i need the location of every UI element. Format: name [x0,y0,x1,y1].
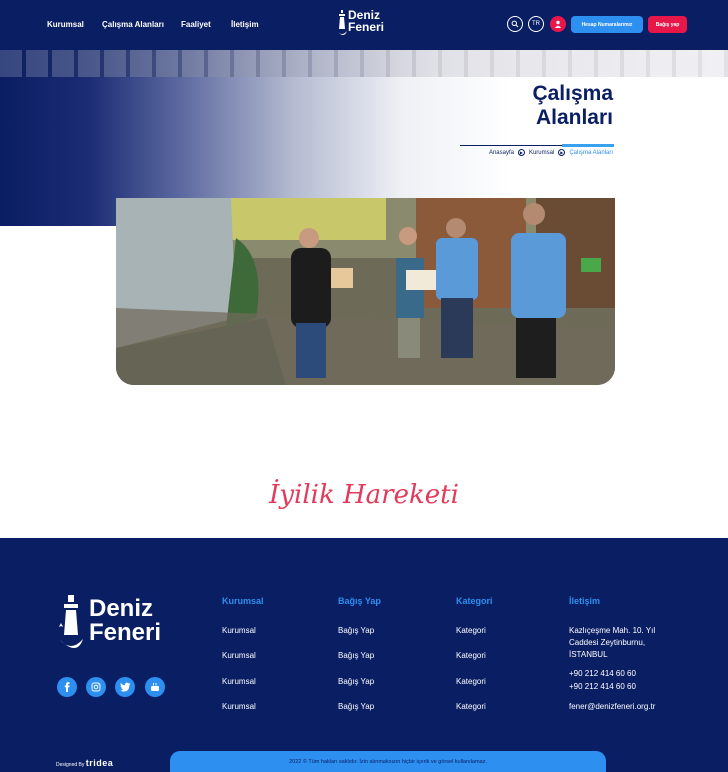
footer-link[interactable]: Kurumsal [222,677,256,686]
page-title-line1: Çalışma [532,82,613,105]
breadcrumb-home[interactable]: Anasayfa [489,150,514,156]
footer-link[interactable]: Kurumsal [222,702,256,711]
footer-link[interactable]: Kategori [456,702,486,711]
language-label: TR [532,21,540,27]
contact-phone-1[interactable]: +90 212 414 60 60 [569,669,636,678]
youtube-icon [151,683,159,691]
footer-link[interactable]: Kurumsal [222,626,256,635]
contact-address-line3: İSTANBUL [569,650,608,659]
breadcrumb: Anasayfa ▶ Kurumsal ▶ Çalışma Alanları [489,149,613,156]
contact-phone-2[interactable]: +90 212 414 60 60 [569,682,636,691]
youtube-link[interactable] [145,677,165,697]
contact-address-line2: Caddesi Zeytinburnu, [569,638,646,647]
nav-item-faaliyet[interactable]: Faaliyet [181,20,211,29]
footer-col-title-kategori: Kategori [456,596,493,606]
user-button[interactable] [550,16,566,32]
contact-email[interactable]: fener@denizfeneri.org.tr [569,702,655,711]
facebook-icon [64,682,70,692]
donate-label: Bağış yap [655,21,680,28]
footer-col-title-iletisim: İletişim [569,596,601,606]
search-button[interactable] [507,16,523,32]
tagline: İyilik Hareketi [269,480,459,510]
designed-by-brand: tridea [85,758,114,768]
facebook-link[interactable] [57,677,77,697]
photo-illustration [116,198,615,385]
designed-by[interactable]: Designed By tridea [56,758,113,768]
hero-image-strip [0,50,728,77]
copyright-text: 2022 © Tüm hakları saklıdır. İzin alınma… [289,758,487,765]
footer-col-title-kurumsal: Kurumsal [222,596,264,606]
site-logo[interactable]: Deniz Feneri [336,9,394,41]
title-accent [562,144,614,147]
footer-logo[interactable]: Deniz Feneri [57,593,167,657]
account-numbers-button[interactable]: Hesap Numaralarımız [571,16,643,33]
nav-item-iletisim[interactable]: İletişim [231,20,259,29]
lighthouse-icon [59,595,83,648]
donate-button[interactable]: Bağış yap [648,16,687,33]
search-icon [511,20,519,28]
footer-logo-line1: Deniz [89,595,154,622]
language-button[interactable]: TR [528,16,544,32]
twitter-icon [119,682,130,692]
breadcrumb-current: Çalışma Alanları [569,149,613,156]
page-title-line2: Alanları [535,106,613,129]
instagram-icon [91,682,101,692]
nav-item-calisma-alanlari[interactable]: Çalışma Alanları [102,20,164,29]
play-circle-icon: ▶ [558,149,566,156]
account-numbers-label: Hesap Numaralarımız [581,21,633,28]
footer-col-title-bagis: Bağış Yap [338,596,381,606]
twitter-link[interactable] [115,677,135,697]
copyright-bar: 2022 © Tüm hakları saklıdır. İzin alınma… [170,751,606,772]
user-icon [555,20,561,28]
footer-link[interactable]: Bağış Yap [338,626,374,635]
nav-item-kurumsal[interactable]: Kurumsal [47,20,84,29]
play-circle-icon: ▶ [517,149,525,156]
footer-link[interactable]: Kategori [456,651,486,660]
footer-link[interactable]: Bağış Yap [338,651,374,660]
footer-link[interactable]: Kategori [456,626,486,635]
breadcrumb-kurumsal[interactable]: Kurumsal [529,150,554,156]
field-photo [116,198,615,385]
footer-logo-line2: Feneri [89,619,162,646]
footer-link[interactable]: Bağış Yap [338,677,374,686]
contact-address-line1: Kazlıçeşme Mah. 10. Yıl [569,626,656,635]
footer-link[interactable]: Kurumsal [222,651,256,660]
logo-line2: Feneri [348,20,385,34]
lighthouse-icon [337,10,347,35]
designed-by-label: Designed By [56,762,85,768]
footer-link[interactable]: Bağış Yap [338,702,374,711]
instagram-link[interactable] [86,677,106,697]
page-title: Çalışma Alanları [532,82,613,130]
footer-link[interactable]: Kategori [456,677,486,686]
